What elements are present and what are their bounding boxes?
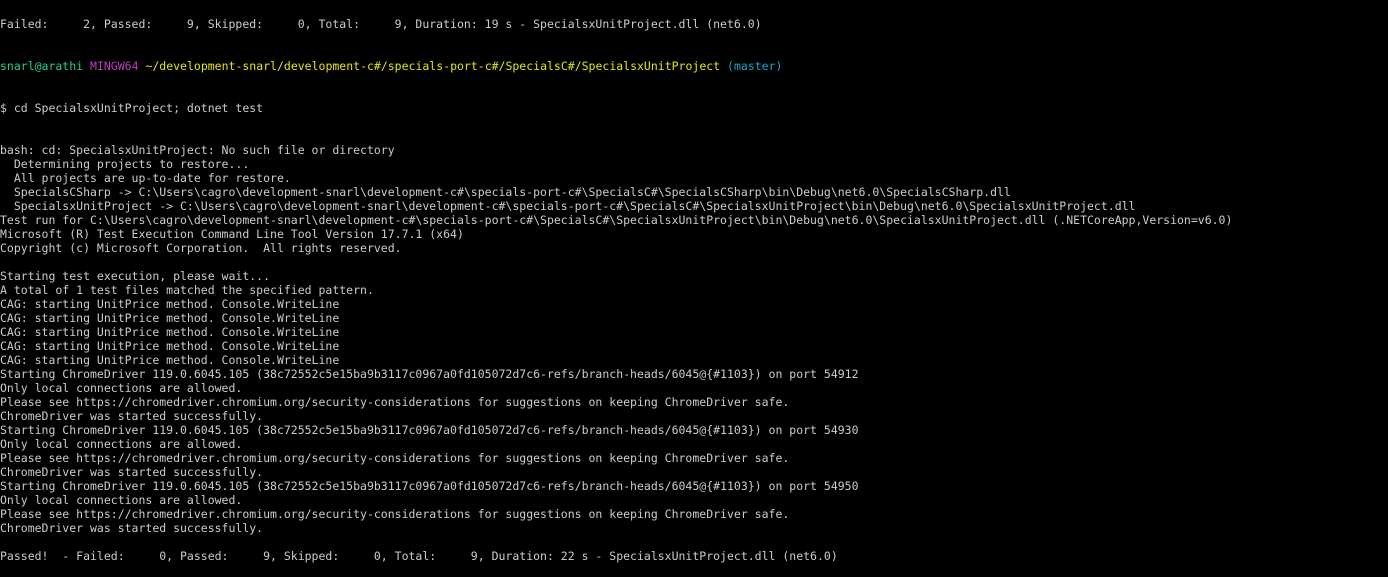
prompt-line: snarl@arathi MINGW64 ~/development-snarl… xyxy=(0,59,1388,73)
terminal-output-line: CAG: starting UnitPrice method. Console.… xyxy=(0,339,340,353)
terminal-output-line: SpecialsxUnitProject -> C:\Users\cagro\d… xyxy=(0,199,1136,213)
terminal-output-line: bash: cd: SpecialsxUnitProject: No such … xyxy=(0,143,395,157)
terminal-output-line: ChromeDriver was started successfully. xyxy=(0,521,264,535)
terminal-output-line: Starting test execution, please wait... xyxy=(0,269,271,283)
terminal-output-line: Microsoft (R) Test Execution Command Lin… xyxy=(0,227,464,241)
terminal-output-line: Test run for C:\Users\cagro\development-… xyxy=(0,213,1233,227)
terminal-output-line: SpecialsCSharp -> C:\Users\cagro\develop… xyxy=(0,185,1011,199)
command-line: $ cd SpecialsxUnitProject; dotnet test xyxy=(0,101,264,115)
terminal-output-line: Only local connections are allowed. xyxy=(0,493,243,507)
terminal-output-line: Please see https://chromedriver.chromium… xyxy=(0,451,790,465)
terminal-output-line: Starting ChromeDriver 119.0.6045.105 (38… xyxy=(0,423,859,437)
terminal-output-line: ChromeDriver was started successfully. xyxy=(0,465,264,479)
terminal-output-line: Please see https://chromedriver.chromium… xyxy=(0,395,790,409)
terminal-output-line: CAG: starting UnitPrice method. Console.… xyxy=(0,311,340,325)
output-lines: bash: cd: SpecialsxUnitProject: No such … xyxy=(0,143,1388,563)
prompt-path: ~/development-snarl/development-c#/speci… xyxy=(145,59,721,73)
terminal-output-line: ChromeDriver was started successfully. xyxy=(0,409,264,423)
terminal-output-line: CAG: starting UnitPrice method. Console.… xyxy=(0,325,340,339)
terminal-output-line: Passed! - Failed: 0, Passed: 9, Skipped:… xyxy=(0,549,838,563)
terminal-output-line: Only local connections are allowed. xyxy=(0,381,243,395)
terminal-output-line: Please see https://chromedriver.chromium… xyxy=(0,507,790,521)
terminal-output-line: Starting ChromeDriver 119.0.6045.105 (38… xyxy=(0,479,859,493)
terminal-output-line: A total of 1 test files matched the spec… xyxy=(0,283,374,297)
terminal-output-line: Determining projects to restore... xyxy=(0,157,250,171)
terminal-line-cut: Failed: 2, Passed: 9, Skipped: 0, Total:… xyxy=(0,17,762,31)
prompt-user: snarl@arathi xyxy=(0,59,84,73)
prompt-host: MINGW64 xyxy=(90,59,139,73)
terminal-output-line: All projects are up-to-date for restore. xyxy=(0,171,291,185)
terminal-output-line: Copyright (c) Microsoft Corporation. All… xyxy=(0,241,402,255)
terminal-output-line: CAG: starting UnitPrice method. Console.… xyxy=(0,297,340,311)
terminal-output-line: Starting ChromeDriver 119.0.6045.105 (38… xyxy=(0,367,859,381)
terminal-output-line: CAG: starting UnitPrice method. Console.… xyxy=(0,353,340,367)
terminal-output[interactable]: Failed: 2, Passed: 9, Skipped: 0, Total:… xyxy=(0,0,1388,577)
prompt-branch: (master) xyxy=(727,59,783,73)
terminal-output-line: Only local connections are allowed. xyxy=(0,437,243,451)
